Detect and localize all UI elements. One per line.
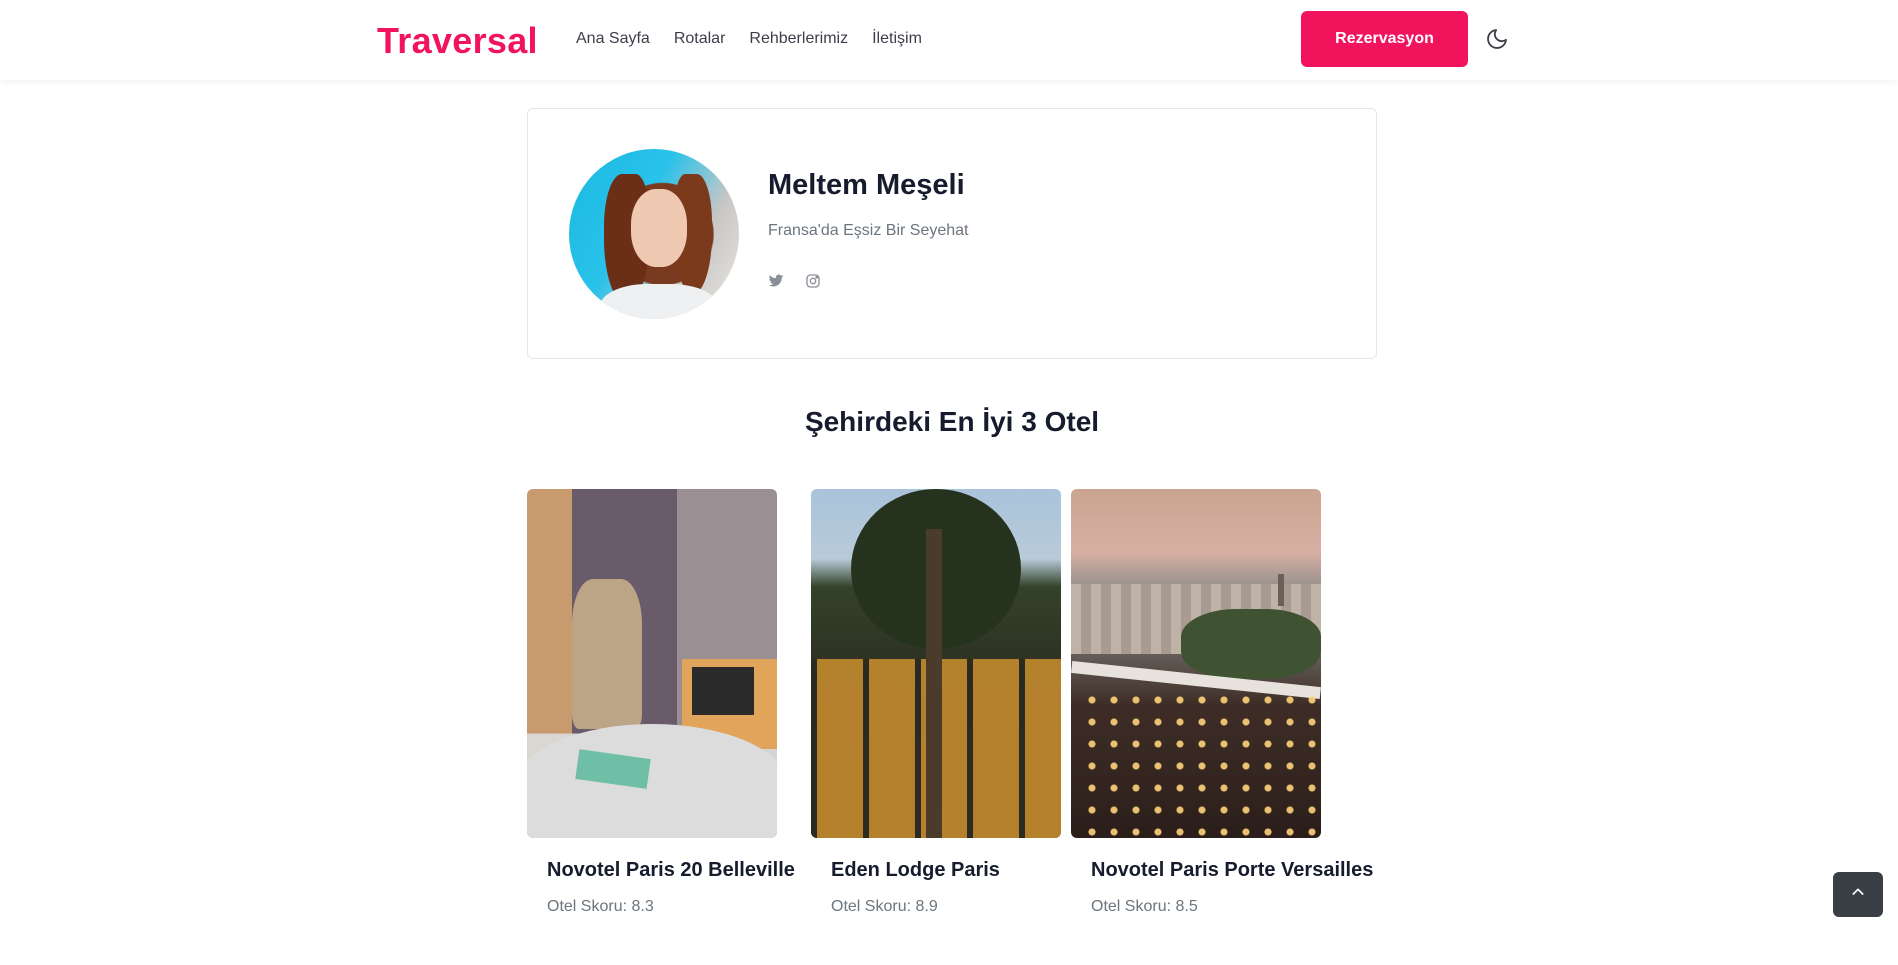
profile-subtitle: Fransa'da Eşsiz Bir Seyehat [768,222,969,239]
main-nav: Ana Sayfa Rotalar Rehberlerimiz İletişim [576,30,922,48]
social-links [768,273,821,289]
nav-item-rotalar[interactable]: Rotalar [674,30,726,48]
brand-logo[interactable]: Traversal [377,20,538,62]
site-header: Traversal Ana Sayfa Rotalar Rehberlerimi… [0,0,1898,80]
profile-name: Meltem Meşeli [768,169,965,201]
hotel-name[interactable]: Novotel Paris 20 Belleville [547,859,795,882]
hotel-image[interactable] [1071,489,1321,838]
hotel-name[interactable]: Eden Lodge Paris [831,859,1000,882]
hotel-image[interactable] [527,489,777,838]
hotel-score: Otel Skoru: 8.5 [1091,898,1198,915]
avatar [569,149,739,319]
hotel-score: Otel Skoru: 8.3 [547,898,654,915]
hotel-image[interactable] [811,489,1061,838]
moon-icon[interactable] [1485,27,1509,51]
back-to-top-button[interactable] [1833,872,1883,917]
twitter-icon[interactable] [768,273,784,289]
guide-profile-card: Meltem Meşeli Fransa'da Eşsiz Bir Seyeha… [527,108,1377,359]
hotel-score: Otel Skoru: 8.9 [831,898,938,915]
hotel-card[interactable]: Novotel Paris Porte Versailles Otel Skor… [1071,489,1373,915]
rezervasyon-button[interactable]: Rezervasyon [1301,11,1468,67]
nav-item-iletisim[interactable]: İletişim [872,30,922,48]
instagram-icon[interactable] [805,273,821,289]
nav-item-ana-sayfa[interactable]: Ana Sayfa [576,30,650,48]
chevron-up-icon [1850,884,1866,905]
hotel-card[interactable]: Novotel Paris 20 Belleville Otel Skoru: … [527,489,795,915]
hotel-card[interactable]: Eden Lodge Paris Otel Skoru: 8.9 [811,489,1061,915]
section-title: Şehirdeki En İyi 3 Otel [804,406,1100,437]
nav-item-rehberlerimiz[interactable]: Rehberlerimiz [749,30,848,48]
hotel-name[interactable]: Novotel Paris Porte Versailles [1091,859,1373,882]
